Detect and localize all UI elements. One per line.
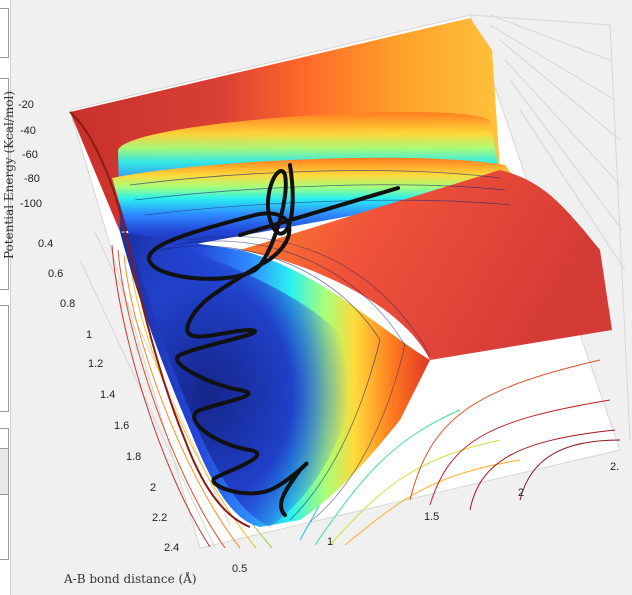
panel-control[interactable] <box>0 448 9 495</box>
y-tick-label: 1.6 <box>114 420 129 432</box>
x-tick-label: 1.5 <box>424 511 439 523</box>
y-tick-label: 1.4 <box>100 389 115 401</box>
panel-control[interactable] <box>0 305 9 412</box>
panel-control[interactable] <box>0 8 9 58</box>
y-tick-label: 0.4 <box>38 238 53 250</box>
z-tick-label: -60 <box>22 149 38 161</box>
z-tick-label: -100 <box>20 198 42 210</box>
x-tick-label: 2 <box>518 487 524 499</box>
x-axis-label: A-B bond distance (Å) <box>64 572 197 586</box>
y-tick-label: 0.8 <box>60 298 75 310</box>
z-ticks: -20 -40 -60 -80 -100 <box>18 99 42 210</box>
z-axis-label: Potential Energy (Kcal/mol) <box>2 90 16 260</box>
x-tick-label: 1 <box>327 536 333 548</box>
y-tick-label: 2.2 <box>152 512 167 524</box>
surface-plot: -20 -40 -60 -80 -100 0.4 0.6 0.8 1 1.2 1… <box>18 14 631 575</box>
y-tick-label: 1 <box>86 329 92 341</box>
z-tick-label: -40 <box>20 125 36 137</box>
z-tick-label: -80 <box>24 173 40 185</box>
y-tick-label: 1.8 <box>126 451 141 463</box>
y-tick-label: 2.4 <box>164 542 179 554</box>
y-tick-label: 1.2 <box>88 358 103 370</box>
x-tick-label: 0.5 <box>232 563 247 575</box>
z-tick-label: -20 <box>18 99 34 111</box>
x-tick-label: 2. <box>610 461 619 473</box>
y-tick-label: 2 <box>150 482 156 494</box>
y-tick-label: 0.6 <box>48 268 63 280</box>
